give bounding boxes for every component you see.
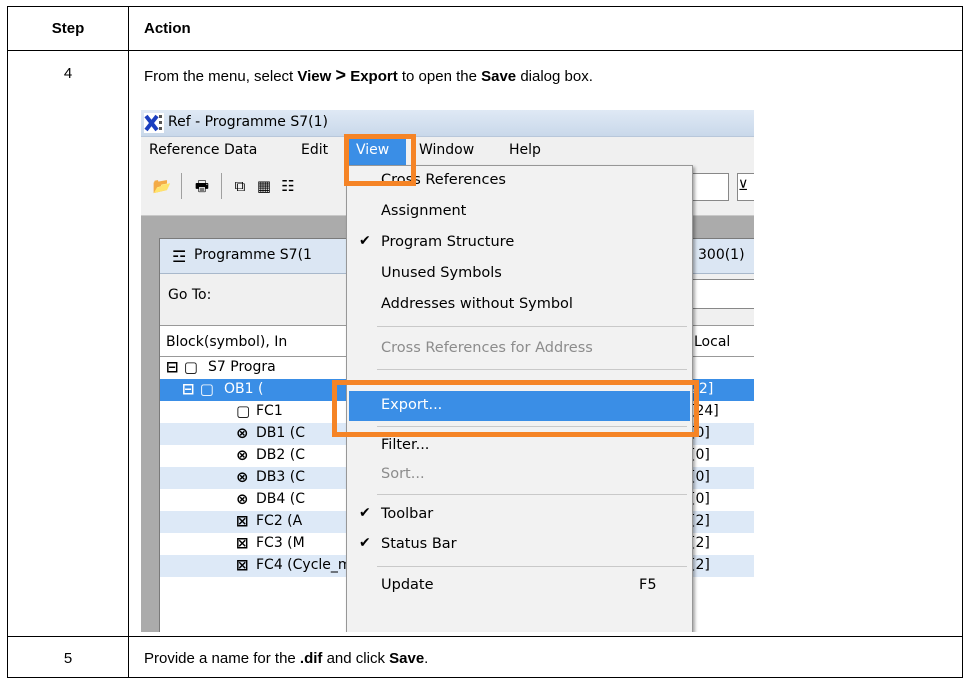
function-block-icon: ⊠ bbox=[236, 512, 249, 530]
menu-item-update[interactable]: Update F5 bbox=[347, 571, 692, 601]
folder-icon[interactable]: ⊟ ▢ bbox=[166, 358, 198, 376]
view-menu-callout bbox=[344, 134, 416, 186]
reference-data-app-icon bbox=[144, 113, 164, 133]
block-icon[interactable]: ⊟ ▢ bbox=[182, 380, 214, 398]
column-header-local[interactable]: Local bbox=[694, 334, 730, 350]
menu-item-toolbar[interactable]: ✔ Toolbar bbox=[347, 500, 692, 530]
menu-item-addresses-without-symbol[interactable]: Addresses without Symbol bbox=[347, 290, 692, 320]
toolbar-separator bbox=[221, 173, 222, 199]
step-4-number: 4 bbox=[63, 65, 73, 82]
inner-window-title: Programme S7(1 bbox=[194, 247, 312, 263]
step-5-action: Provide a name for the .dif and click Sa… bbox=[144, 650, 429, 667]
menu-separator bbox=[377, 369, 687, 370]
menu-item-program-structure[interactable]: ✔ Program Structure bbox=[347, 228, 692, 258]
structure-view-icon[interactable]: ☷ bbox=[277, 175, 299, 197]
inner-window-title-suffix: 300(1) bbox=[698, 247, 745, 263]
step-4-action: From the menu, select View > Export to o… bbox=[144, 65, 593, 85]
goto-field[interactable] bbox=[690, 279, 754, 309]
function-block-icon: ⊠ bbox=[236, 556, 249, 574]
step-5-number: 5 bbox=[63, 650, 73, 667]
menu-reference-data[interactable]: Reference Data bbox=[149, 142, 257, 158]
data-block-icon: ⊗ bbox=[236, 446, 249, 464]
row-divider bbox=[8, 636, 962, 637]
header-action: Action bbox=[144, 20, 191, 37]
goto-label: Go To: bbox=[168, 287, 212, 303]
block-icon: ▢ bbox=[236, 402, 251, 420]
menu-item-status-bar[interactable]: ✔ Status Bar bbox=[347, 530, 692, 560]
data-block-icon: ⊗ bbox=[236, 490, 249, 508]
menu-item-unused-symbols[interactable]: Unused Symbols bbox=[347, 259, 692, 289]
toolbar-separator bbox=[181, 173, 182, 199]
menu-bar: Reference Data Edit Window Help bbox=[141, 137, 754, 165]
checkmark-icon: ✔ bbox=[359, 233, 371, 249]
menu-separator bbox=[377, 566, 687, 567]
grid-view-icon[interactable]: ▦ bbox=[253, 175, 275, 197]
cross-reference-icon[interactable]: ⧉ bbox=[229, 175, 251, 197]
shortcut-label: F5 bbox=[639, 577, 657, 593]
column-header-block[interactable]: Block(symbol), In bbox=[166, 334, 287, 350]
menu-item-cross-references-for-address: Cross References for Address bbox=[381, 340, 593, 356]
tree-structure-icon: ☲ bbox=[172, 247, 187, 266]
column-divider bbox=[128, 7, 129, 677]
window-titlebar: Ref - Programme S7(1) bbox=[141, 110, 754, 137]
application-screenshot: Ref - Programme S7(1) Reference Data Edi… bbox=[141, 110, 754, 632]
menu-item-sort: Sort... bbox=[381, 466, 425, 482]
data-block-icon: ⊗ bbox=[236, 424, 249, 442]
header-divider bbox=[8, 50, 962, 51]
data-block-icon: ⊗ bbox=[236, 468, 249, 486]
function-block-icon: ⊠ bbox=[236, 534, 249, 552]
checkmark-icon: ✔ bbox=[359, 505, 371, 521]
menu-separator bbox=[377, 494, 687, 495]
open-folder-icon[interactable]: 📂 bbox=[151, 175, 173, 197]
menu-item-assignment[interactable]: Assignment bbox=[347, 197, 692, 227]
window-title: Ref - Programme S7(1) bbox=[168, 114, 328, 130]
filter-icon[interactable]: ⊻ bbox=[737, 173, 754, 201]
print-icon[interactable]: 🖶 bbox=[191, 175, 213, 197]
export-item-callout bbox=[332, 380, 699, 437]
menu-window[interactable]: Window bbox=[419, 142, 474, 158]
header-step: Step bbox=[51, 20, 85, 37]
checkmark-icon: ✔ bbox=[359, 535, 371, 551]
menu-help[interactable]: Help bbox=[509, 142, 541, 158]
menu-edit[interactable]: Edit bbox=[301, 142, 328, 158]
menu-separator bbox=[377, 326, 687, 327]
